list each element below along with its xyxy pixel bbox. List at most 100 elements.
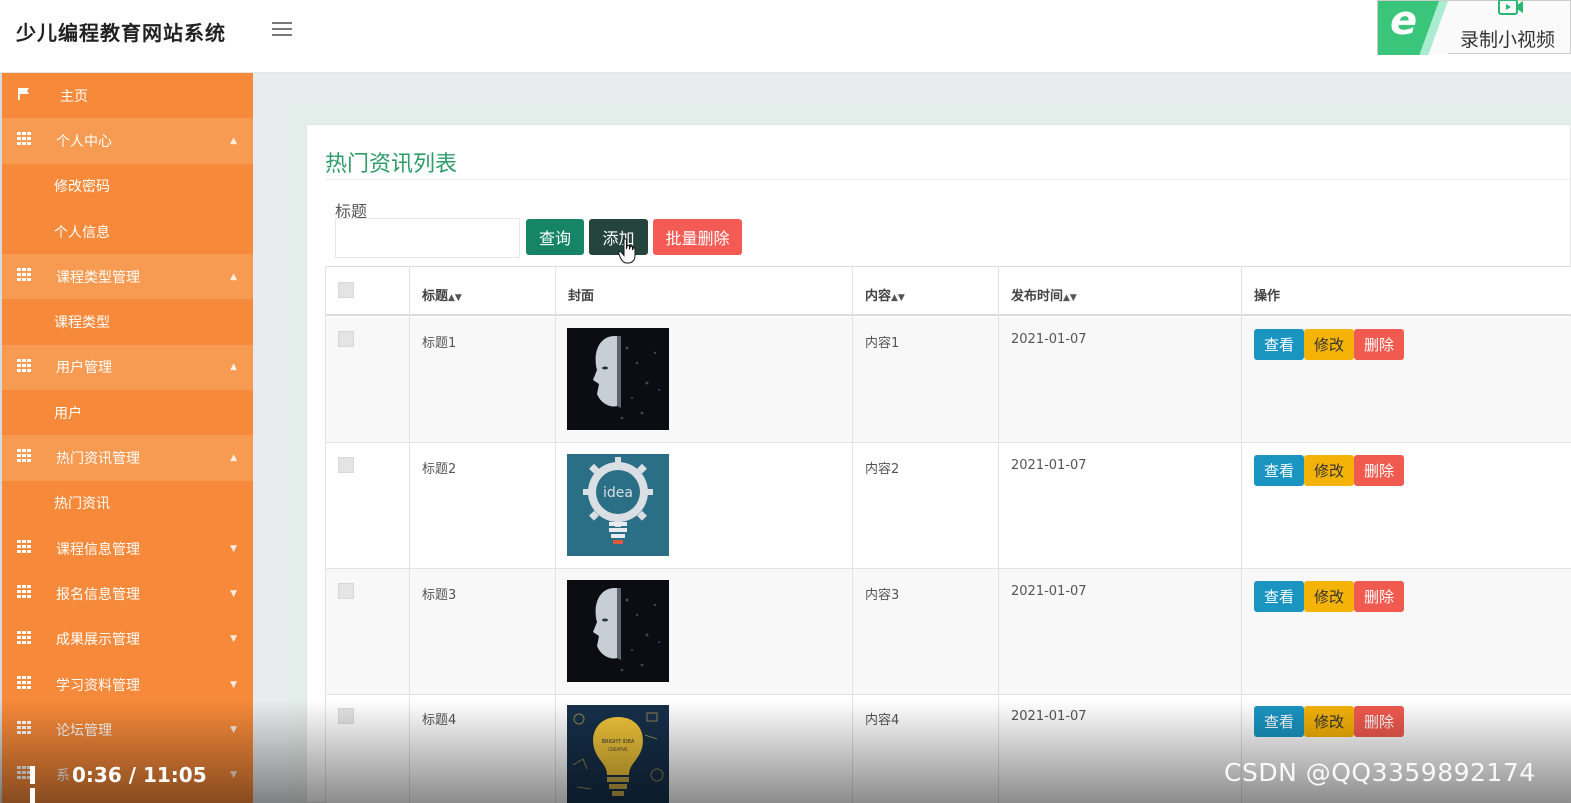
header-publish-time[interactable]: 发布时间▲▼ [1011, 285, 1077, 304]
row-checkbox[interactable] [338, 708, 354, 724]
view-button[interactable]: 查看 [1254, 581, 1304, 612]
chevron-up-icon: ▲ [230, 135, 237, 146]
sidebar-group-achievements[interactable]: 成果展示管理 ▼ [2, 616, 253, 662]
row-checkbox[interactable] [338, 331, 354, 347]
view-button[interactable]: 查看 [1254, 455, 1304, 486]
sort-icon: ▲▼ [1063, 293, 1077, 303]
header-title-label: 标题 [422, 289, 449, 304]
sidebar-group-personal-center[interactable]: 个人中心 ▲ [2, 118, 253, 164]
page-title: 热门资讯列表 [325, 152, 458, 177]
chevron-up-icon: ▲ [230, 271, 237, 282]
chevron-down-icon: ▼ [230, 679, 237, 690]
sidebar-group-hot-news[interactable]: 热门资讯管理 ▲ [2, 435, 253, 481]
grid-icon [17, 721, 31, 735]
pause-icon[interactable] [30, 766, 46, 803]
chevron-up-icon: ▲ [230, 362, 237, 373]
robot-face-image [567, 580, 669, 682]
edit-button[interactable]: 修改 [1304, 706, 1354, 737]
grid-icon [17, 630, 31, 645]
divider [325, 266, 326, 803]
sidebar-item-label: 课程类型 [54, 315, 110, 332]
sort-icon: ▲▼ [891, 293, 905, 303]
svg-text:CREATIVE: CREATIVE [608, 747, 628, 752]
sidebar-group-course-info[interactable]: 课程信息管理 ▼ [2, 525, 253, 572]
cell-content: 内容4 [865, 713, 900, 728]
divider [555, 266, 556, 803]
sidebar-group-learning-materials[interactable]: 学习资料管理 ▼ [2, 661, 253, 708]
recorder-label: 录制小视频 [1460, 29, 1556, 51]
row-checkbox[interactable] [338, 583, 354, 599]
sidebar-item-personal-info[interactable]: 个人信息 [2, 208, 253, 255]
sidebar-item-label: 学习资料管理 [56, 677, 140, 694]
sidebar-item-label: 个人中心 [56, 133, 112, 150]
sidebar-item-label: 个人信息 [54, 224, 110, 241]
sidebar-item-label: 用户管理 [56, 360, 112, 377]
grid-icon [17, 358, 31, 373]
edit-button[interactable]: 修改 [1304, 329, 1354, 360]
row-checkbox[interactable] [338, 457, 354, 473]
idea-gear-bulb-image: idea [567, 454, 669, 556]
query-button[interactable]: 查询 [526, 219, 584, 255]
edit-button[interactable]: 修改 [1304, 581, 1354, 612]
sidebar-group-forum[interactable]: 论坛管理 ▼ [2, 707, 253, 753]
cell-title: 标题4 [422, 713, 457, 728]
cell-content: 内容2 [865, 462, 900, 477]
delete-button[interactable]: 删除 [1354, 581, 1404, 612]
sidebar-group-course-type[interactable]: 课程类型管理 ▲ [2, 254, 253, 300]
cell-title: 标题3 [422, 588, 457, 603]
select-all-checkbox[interactable] [338, 282, 354, 298]
chevron-down-icon: ▼ [230, 634, 237, 645]
sidebar-item-hot-news[interactable]: 热门资讯 [2, 480, 253, 526]
cell-title: 标题1 [422, 336, 457, 351]
header-cover: 封面 [568, 289, 595, 304]
batch-delete-button[interactable]: 批量删除 [653, 219, 742, 255]
grid-icon [17, 539, 31, 554]
cell-publish-time: 2021-01-07 [1011, 332, 1087, 347]
sidebar-item-change-password[interactable]: 修改密码 [2, 163, 253, 209]
view-button[interactable]: 查看 [1254, 329, 1304, 360]
title-search-input[interactable] [335, 218, 520, 258]
cover-image[interactable] [567, 580, 669, 682]
header-title[interactable]: 标题▲▼ [422, 285, 462, 304]
hand-cursor-icon [618, 238, 636, 264]
cell-title: 标题2 [422, 462, 457, 477]
sidebar-item-label: 课程信息管理 [56, 541, 140, 558]
sidebar-item-label: 系 [56, 768, 70, 785]
divider [409, 266, 410, 803]
sidebar-item-label: 热门资讯管理 [56, 451, 140, 468]
cover-image[interactable]: idea [567, 454, 669, 556]
header-publish-time-label: 发布时间 [1011, 289, 1064, 304]
sidebar-item-user[interactable]: 用户 [2, 390, 253, 436]
divider [1241, 266, 1242, 803]
chevron-down-icon: ▼ [230, 724, 237, 735]
sidebar-item-label: 报名信息管理 [56, 586, 140, 603]
chevron-up-icon: ▲ [230, 453, 237, 464]
sidebar-item-label: 用户 [54, 405, 82, 422]
grid-icon [17, 268, 31, 282]
sidebar-item-label: 修改密码 [54, 179, 110, 196]
sidebar-group-user-management[interactable]: 用户管理 ▲ [2, 344, 253, 391]
sidebar-group-enrollment[interactable]: 报名信息管理 ▼ [2, 571, 253, 617]
app-title: 少儿编程教育网站系统 [16, 21, 226, 45]
grid-icon [17, 766, 31, 780]
chevron-down-icon: ▼ [230, 543, 237, 554]
grid-icon [17, 585, 31, 599]
svg-text:idea: idea [603, 485, 633, 501]
chevron-down-icon: ▼ [230, 770, 237, 781]
edit-button[interactable]: 修改 [1304, 455, 1354, 486]
cover-image[interactable] [567, 328, 669, 430]
delete-button[interactable]: 删除 [1354, 329, 1404, 360]
delete-button[interactable]: 删除 [1354, 455, 1404, 486]
header-content[interactable]: 内容▲▼ [865, 285, 905, 304]
sidebar-item-course-type[interactable]: 课程类型 [2, 299, 253, 345]
sidebar-item-home[interactable]: 主页 [2, 73, 253, 119]
view-button[interactable]: 查看 [1254, 706, 1304, 737]
screen-recorder-widget[interactable]: e 录制小视频 [1377, 0, 1571, 55]
cover-image[interactable]: BRIGHT IDEA CREATIVE [567, 705, 669, 803]
delete-button[interactable]: 删除 [1354, 706, 1404, 737]
svg-text:BRIGHT IDEA: BRIGHT IDEA [602, 739, 635, 745]
sort-icon: ▲▼ [448, 293, 462, 303]
menu-toggle-icon[interactable] [272, 22, 292, 38]
video-camera-icon [1498, 0, 1523, 15]
sidebar: 主页 个人中心 ▲ 修改密码 个人信息 课程类型管理 ▲ 课程类型 用户管理 ▲… [0, 73, 253, 803]
